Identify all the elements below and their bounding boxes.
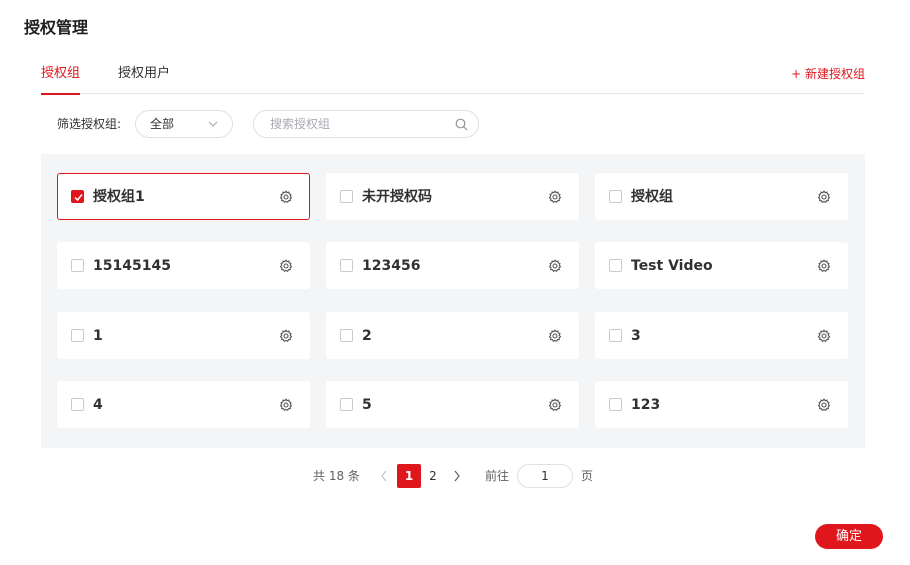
checkbox[interactable] [609,259,622,272]
page-1-button[interactable]: 1 [397,464,421,488]
auth-group-card[interactable]: 2 [326,312,579,359]
auth-group-card[interactable]: 123456 [326,242,579,289]
confirm-button[interactable]: 确定 [815,524,883,549]
auth-group-card[interactable]: 授权组 [595,173,848,220]
gear-icon[interactable] [548,398,562,412]
search-icon[interactable] [455,118,468,131]
auth-group-card[interactable]: 未开授权码 [326,173,579,220]
auth-group-label: 授权组1 [93,189,145,205]
filter-label: 筛选授权组: [57,117,122,131]
auth-group-label: 3 [631,328,641,344]
auth-group-label: 未开授权码 [362,189,432,205]
page-2-button[interactable]: 2 [421,464,445,488]
search-box [253,110,479,138]
group-filter-select[interactable]: 全部 [135,110,233,138]
gear-icon[interactable] [817,398,831,412]
auth-group-label: 123 [631,397,661,413]
authorization-management-page: 授权管理 授权组 授权用户 + 新建授权组 筛选授权组: 全部 授权组1未开授权… [0,0,910,565]
auth-group-card[interactable]: 4 [57,381,310,428]
gear-icon[interactable] [548,259,562,273]
tab-bar: 授权组 授权用户 + 新建授权组 [41,62,865,95]
auth-group-card[interactable]: 3 [595,312,848,359]
gear-icon[interactable] [548,329,562,343]
gear-icon[interactable] [279,398,293,412]
gear-icon[interactable] [548,190,562,204]
auth-group-card[interactable]: 15145145 [57,242,310,289]
auth-group-label: 1 [93,328,103,344]
auth-group-card[interactable]: 5 [326,381,579,428]
gear-icon[interactable] [817,259,831,273]
tab-auth-users[interactable]: 授权用户 [118,62,170,94]
auth-group-label: 授权组 [631,189,673,205]
checkbox[interactable] [609,398,622,411]
new-auth-group-button[interactable]: + 新建授权组 [791,62,865,86]
tab-auth-groups[interactable]: 授权组 [41,62,81,95]
gear-icon[interactable] [279,190,293,204]
gear-icon[interactable] [279,329,293,343]
checkbox[interactable] [340,329,353,342]
checkbox[interactable] [340,398,353,411]
checkbox[interactable] [71,398,84,411]
auth-group-label: 2 [362,328,372,344]
auth-group-card[interactable]: 授权组1 [57,173,310,220]
total-count: 共 18 条 [313,469,360,483]
auth-group-card[interactable]: 1 [57,312,310,359]
goto-page-input[interactable] [517,464,573,488]
gear-icon[interactable] [817,329,831,343]
select-value: 全部 [150,117,175,131]
goto-label: 前往 [485,469,510,483]
auth-group-card[interactable]: 123 [595,381,848,428]
auth-group-card[interactable]: Test Video [595,242,848,289]
checkbox[interactable] [340,190,353,203]
auth-group-label: 4 [93,397,103,413]
checkmark-icon [74,194,83,202]
auth-group-label: 15145145 [93,258,171,274]
auth-group-label: 5 [362,397,372,413]
chevron-down-icon [208,121,218,127]
page-title: 授权管理 [24,18,89,37]
auth-group-label: 123456 [362,258,421,274]
checkbox[interactable] [609,190,622,203]
chevron-left-icon[interactable] [380,470,388,482]
auth-group-label: Test Video [631,258,713,274]
auth-group-grid: 授权组1 未开授权码 授权组 15145145 123456 Test Video 1 2 3 4… [41,154,865,448]
checkbox[interactable] [609,329,622,342]
page-unit-label: 页 [581,469,594,483]
checkbox-checked[interactable] [71,190,84,203]
checkbox[interactable] [71,329,84,342]
gear-icon[interactable] [817,190,831,204]
checkbox[interactable] [340,259,353,272]
chevron-right-icon[interactable] [453,470,461,482]
search-input[interactable] [270,115,450,133]
pagination: 共 18 条 1 2 前往 页 [0,464,910,488]
checkbox[interactable] [71,259,84,272]
gear-icon[interactable] [279,259,293,273]
